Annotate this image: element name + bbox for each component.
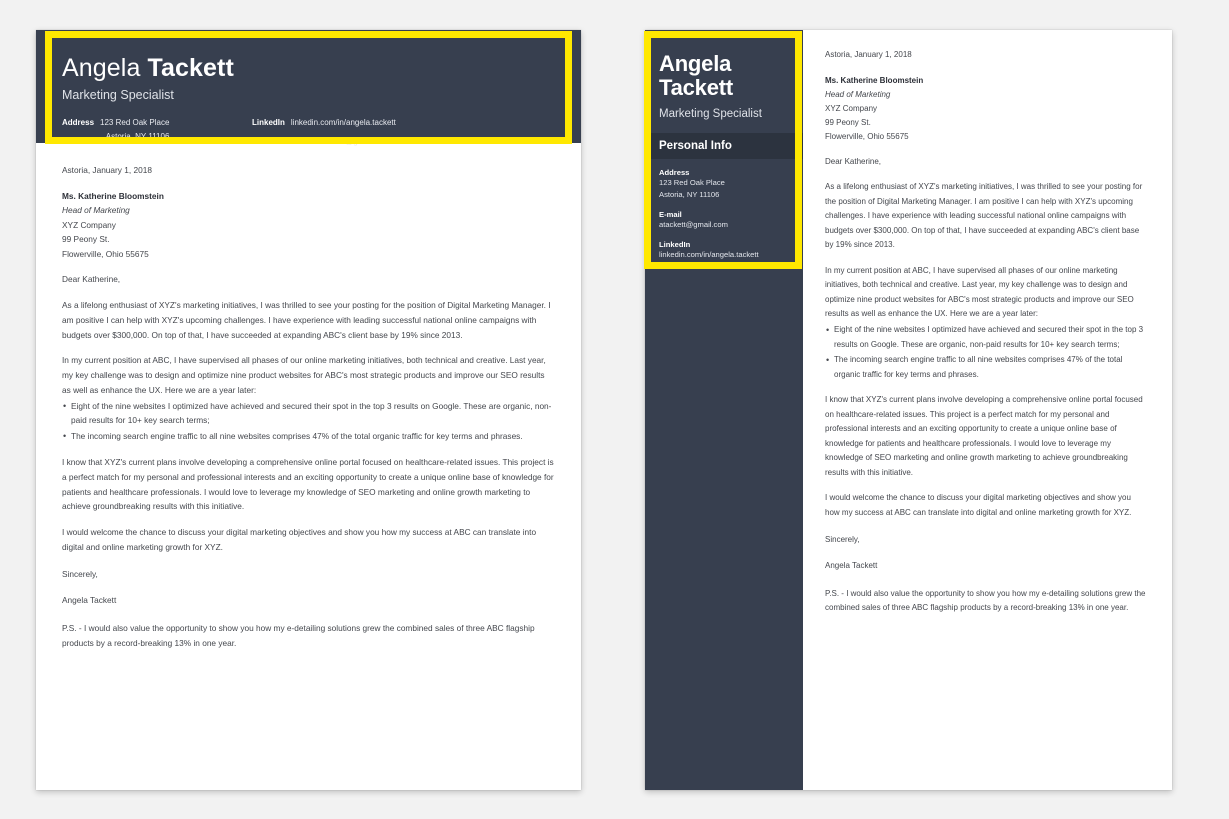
list-item: The incoming search engine traffic to al… (825, 352, 1146, 382)
email-value[interactable]: atackett@gmail.com (317, 137, 390, 146)
address-value-group: 123 Red Oak Place Astoria, NY 11106 (100, 116, 169, 149)
signature-name: Angela Tackett (62, 595, 117, 606)
recipient-street: 99 Peony St. (62, 234, 110, 245)
salutation: Dear Katherine, (62, 274, 121, 285)
paragraph-2: In my current position at ABC, I have su… (62, 355, 546, 395)
closing: Sincerely, (825, 534, 860, 544)
list-item: Eight of the nine websites I optimized h… (62, 398, 555, 429)
address-line-2: Astoria, NY 11106 (105, 131, 170, 141)
right-page-layout: Angela Tackett Marketing Specialist Perso… (645, 30, 1172, 790)
recipient-block: Ms. Katherine Bloomstein Head of Marketi… (825, 74, 1146, 144)
right-letter-column: Astoria, January 1, 2018 Ms. Katherine B… (803, 30, 1172, 790)
left-header-last-name: Tackett (147, 54, 234, 82)
sidebar-address-line-1: 123 Red Oak Place (659, 177, 725, 187)
left-header-address-group: Address 123 Red Oak Place Astoria, NY 11… (62, 116, 252, 149)
letter-date: Astoria, January 1, 2018 (62, 165, 152, 175)
right-letter-body: Astoria, January 1, 2018 Ms. Katherine B… (803, 30, 1172, 616)
address-label: Address (62, 117, 95, 127)
cover-letter-page-left: Angela Tackett Marketing Specialist Addr… (36, 30, 581, 790)
recipient-company: XYZ Company (825, 103, 878, 113)
sidebar-linkedin-value[interactable]: linkedin.com/in/angela.tackett (659, 249, 789, 261)
recipient-name: Ms. Katherine Bloomstein (825, 75, 924, 85)
recipient-city: Flowerville, Ohio 55675 (62, 248, 149, 259)
achievements-list: Eight of the nine websites I optimized h… (825, 322, 1146, 382)
paragraph-3: I know that XYZ's current plans involve … (62, 457, 554, 512)
paragraph-4: I would welcome the chance to discuss yo… (825, 493, 1132, 518)
linkedin-label: LinkedIn (252, 117, 285, 127)
closing: Sincerely, (62, 568, 98, 579)
email-row: E-mail atackett@gmail.com (291, 135, 396, 149)
recipient-company: XYZ Company (62, 219, 116, 230)
letter-date: Astoria, January 1, 2018 (825, 50, 912, 59)
right-sidebar: Angela Tackett Marketing Specialist Perso… (645, 30, 803, 790)
sidebar-address-label: Address (659, 167, 690, 177)
paragraph-4: I would welcome the chance to discuss yo… (62, 527, 537, 552)
left-letter-body: Astoria, January 1, 2018 Ms. Katherine B… (36, 143, 581, 651)
sidebar-job-title: Marketing Specialist (659, 107, 762, 120)
left-document-header: Angela Tackett Marketing Specialist Addr… (36, 30, 581, 146)
sidebar-address-line-2: Astoria, NY 11106 (659, 189, 720, 199)
sidebar-linkedin-label: LinkedIn (659, 240, 691, 250)
email-label: E-mail (290, 136, 315, 146)
recipient-block: Ms. Katherine Bloomstein Head of Marketi… (62, 189, 555, 262)
sidebar-section-personal-info: Personal Info (645, 132, 803, 159)
recipient-role: Head of Marketing (62, 205, 130, 216)
sidebar-email-value[interactable]: atackett@gmail.com (659, 219, 789, 231)
achievements-list: Eight of the nine websites I optimized h… (62, 398, 555, 444)
list-item: The incoming search engine traffic to al… (62, 428, 555, 444)
screenshot-stage: Angela Tackett Marketing Specialist Addr… (0, 0, 1229, 819)
paragraph-3: I know that XYZ's current plans involve … (825, 395, 1143, 477)
salutation: Dear Katherine, (825, 156, 882, 166)
paragraph-1: As a lifelong enthusiast of XYZ's market… (62, 300, 551, 340)
left-header-online-group: LinkedIn linkedin.com/in/angela.tackett … (252, 116, 396, 149)
recipient-role: Head of Marketing (825, 89, 891, 99)
left-header-first-name: Angela (62, 54, 141, 82)
linkedin-value[interactable]: linkedin.com/in/angela.tackett (291, 116, 396, 130)
left-header-full-name: Angela Tackett (62, 54, 555, 83)
paragraph-1: As a lifelong enthusiast of XYZ's market… (825, 182, 1143, 250)
sidebar-last-name: Tackett (659, 74, 733, 100)
cover-letter-page-right: Angela Tackett Marketing Specialist Perso… (645, 30, 1172, 790)
signature-name: Angela Tackett (825, 561, 878, 571)
recipient-name: Ms. Katherine Bloomstein (62, 190, 164, 201)
recipient-city: Flowerville, Ohio 55675 (825, 131, 909, 141)
postscript: P.S. - I would also value the opportunit… (62, 623, 535, 648)
linkedin-email-values: linkedin.com/in/angela.tackett E-mail at… (291, 116, 396, 149)
left-header-job-title: Marketing Specialist (62, 87, 174, 102)
list-item: Eight of the nine websites I optimized h… (825, 322, 1146, 352)
sidebar-email-label: E-mail (659, 210, 682, 220)
address-line-1: 123 Red Oak Place (100, 117, 170, 127)
sidebar-full-name: Angela Tackett (645, 52, 803, 100)
sidebar-first-name: Angela (659, 51, 732, 76)
postscript: P.S. - I would also value the opportunit… (825, 588, 1146, 613)
paragraph-2: In my current position at ABC, I have su… (825, 265, 1134, 319)
recipient-street: 99 Peony St. (825, 117, 871, 127)
sidebar-contact-fields: Address 123 Red Oak Place Astoria, NY 11… (645, 159, 803, 262)
